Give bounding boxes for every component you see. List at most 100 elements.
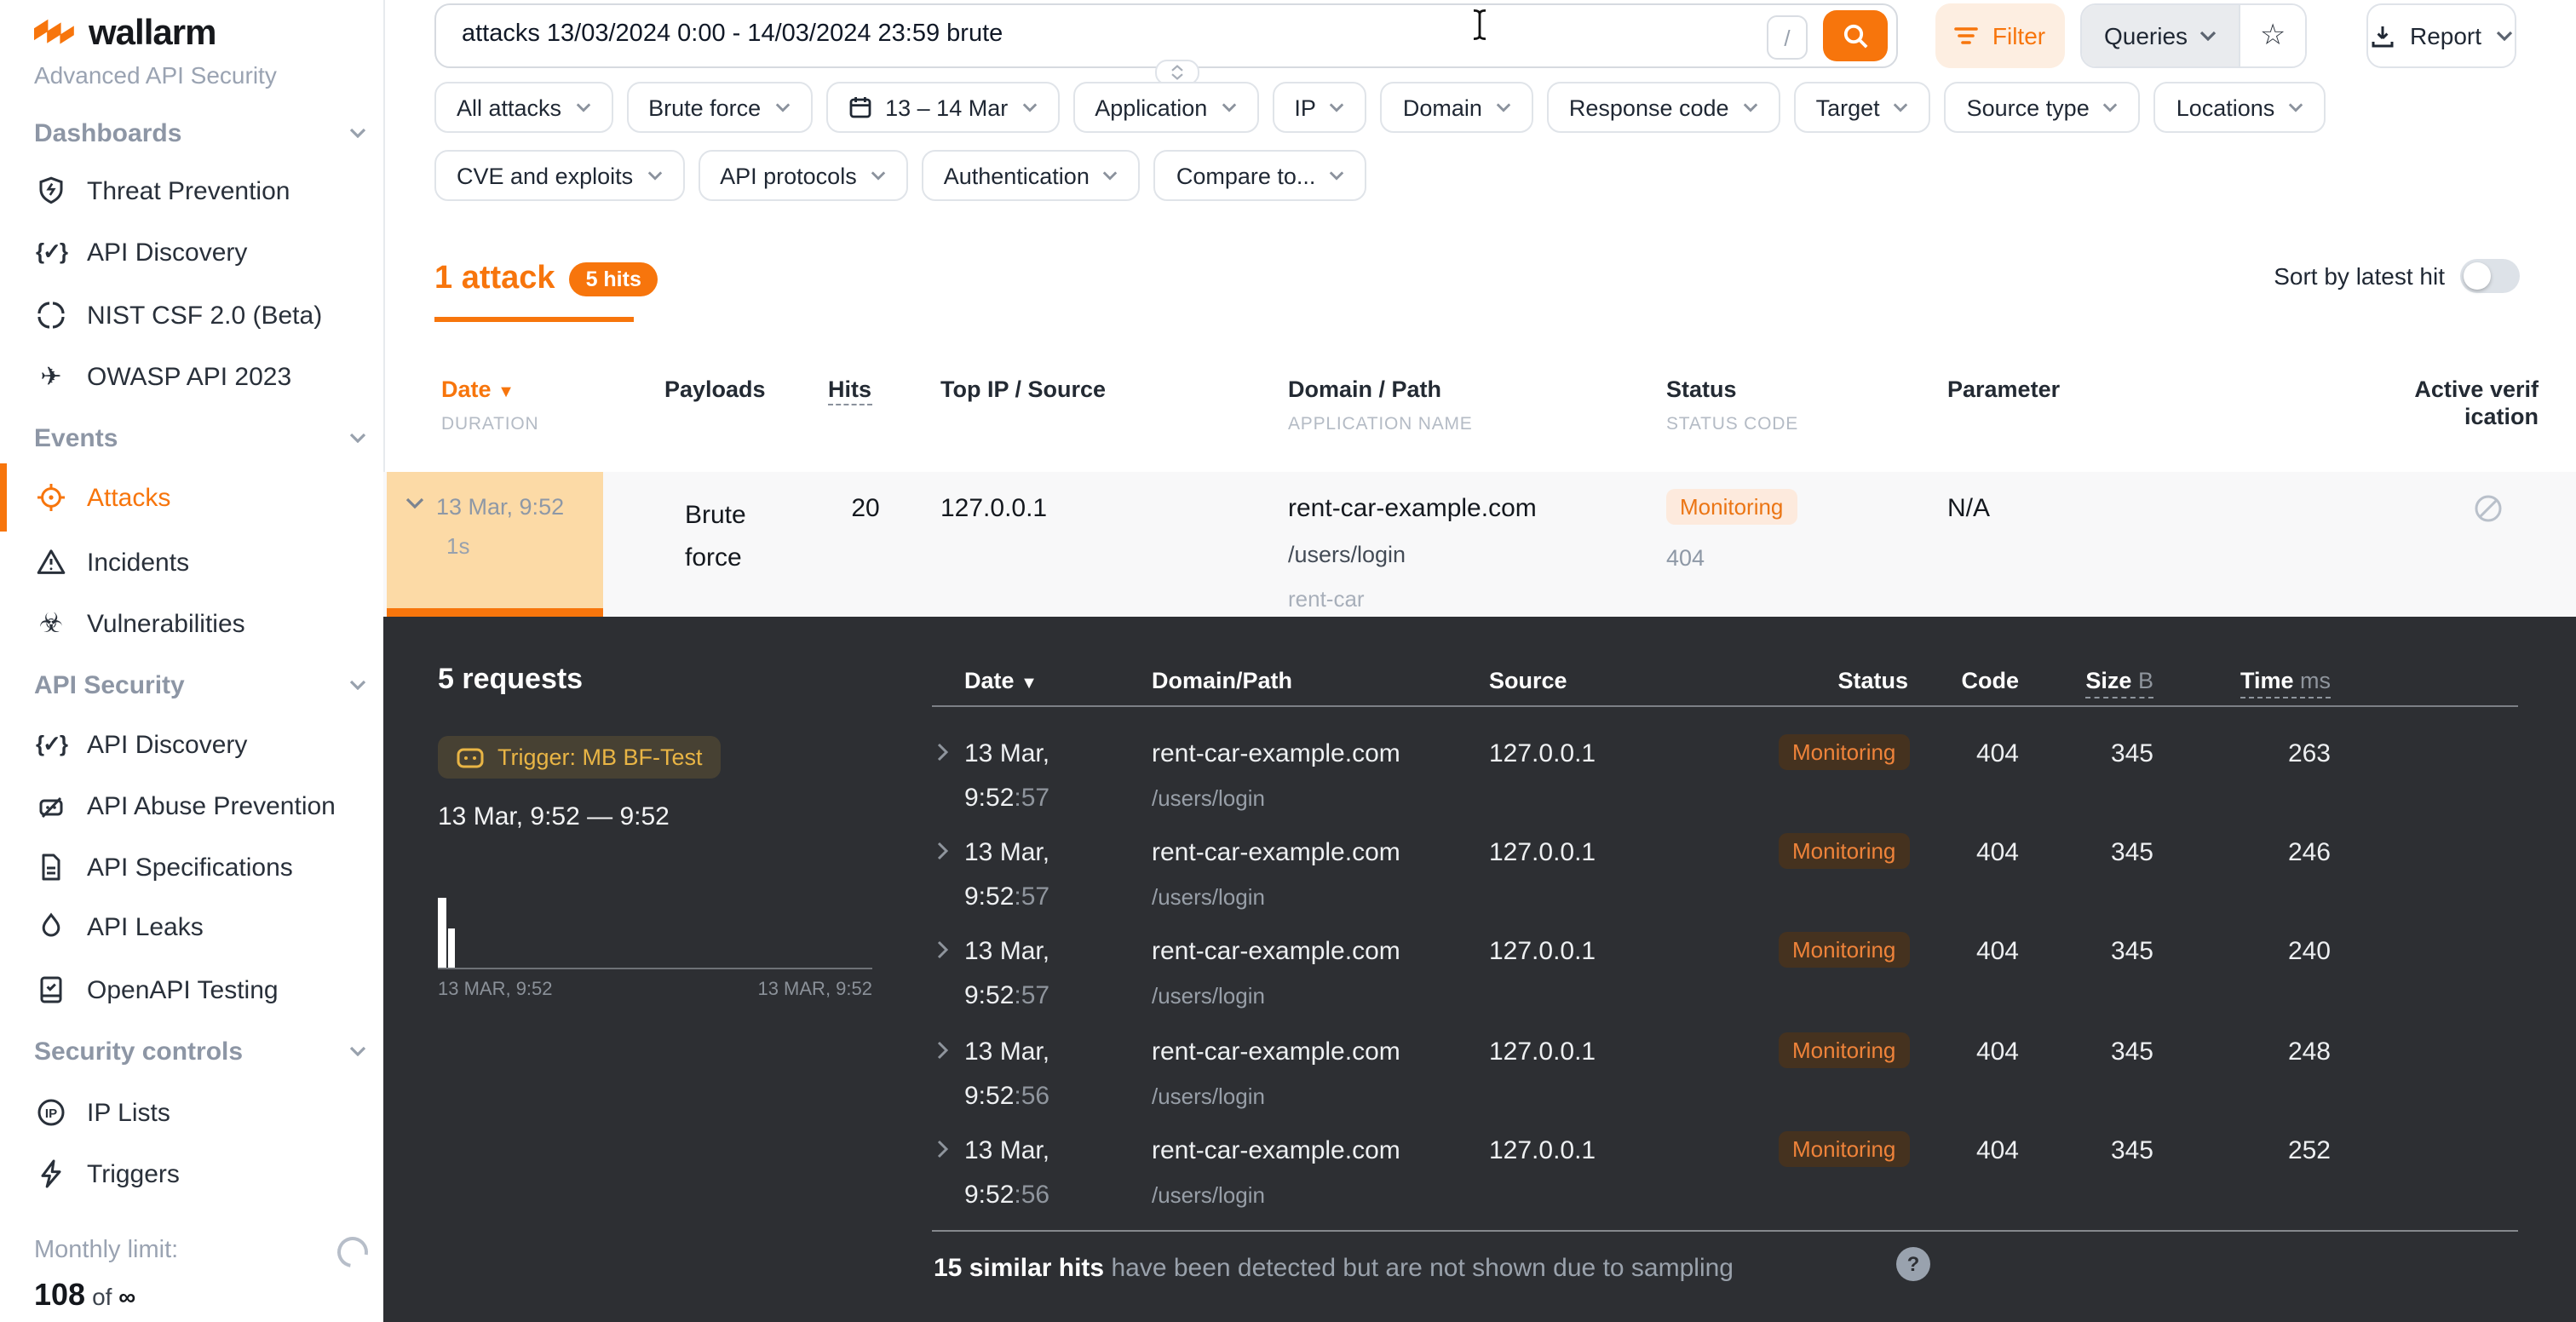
req-header-domain-path[interactable]: Domain/Path: [1152, 668, 1292, 693]
chevron-down-icon: [1496, 102, 1511, 112]
axis-label-end: 13 MAR, 9:52: [724, 980, 872, 1000]
chip-target[interactable]: Target: [1794, 82, 1931, 133]
sidebar-item-incidents[interactable]: Incidents: [34, 538, 366, 586]
sidebar-item-threat-prevention[interactable]: Threat Prevention: [34, 167, 366, 215]
sidebar-item-api-abuse-prevention[interactable]: API Abuse Prevention: [34, 782, 366, 830]
req-time: 9:52:56: [964, 1181, 1049, 1210]
req-header-status[interactable]: Status: [1772, 668, 1908, 693]
sidebar-section-security-controls[interactable]: Security controls: [34, 1027, 366, 1075]
report-button[interactable]: Report: [2366, 3, 2516, 68]
column-header-status[interactable]: Status: [1666, 376, 1737, 402]
chevron-down-icon: [1894, 102, 1909, 112]
req-header-date[interactable]: Date ▼: [964, 668, 1038, 693]
req-time: 9:52:57: [964, 784, 1049, 813]
search-value: attacks 13/03/2024 0:00 - 14/03/2024 23:…: [462, 20, 1003, 48]
sidebar-item-vulnerabilities[interactable]: ☣ Vulnerabilities: [34, 600, 366, 647]
req-header-time[interactable]: Time ms: [2194, 668, 2331, 693]
chip-brute-force[interactable]: Brute force: [626, 82, 812, 133]
expand-chevron-icon[interactable]: [937, 940, 949, 959]
trigger-badge[interactable]: Trigger: MB BF-Test: [438, 736, 722, 779]
collapse-chevron-icon[interactable]: [405, 497, 424, 509]
chip-application[interactable]: Application: [1072, 82, 1258, 133]
expand-chevron-icon[interactable]: [937, 1041, 949, 1060]
chip-api-protocols[interactable]: API protocols: [698, 150, 908, 201]
sort-by-latest-hit: Sort by latest hit: [2274, 259, 2520, 293]
req-time: 9:52:57: [964, 882, 1049, 911]
req-size: 345: [2017, 937, 2153, 966]
chip-source-type[interactable]: Source type: [1945, 82, 2141, 133]
sampling-divider: [932, 1230, 2518, 1232]
req-time-ms: 248: [2194, 1037, 2331, 1066]
sidebar-section-events[interactable]: Events: [34, 414, 366, 462]
column-header-active-verification[interactable]: Active verification: [2412, 376, 2539, 431]
column-header-top-ip-source[interactable]: Top IP / Source: [940, 376, 1106, 402]
req-date: 13 Mar,: [964, 739, 1049, 768]
attack-progress-bar: [387, 608, 603, 617]
infinity-symbol: ∞: [118, 1283, 135, 1310]
sidebar-item-api-specifications[interactable]: API Specifications: [34, 843, 366, 891]
target-icon: [34, 482, 68, 513]
chevron-down-icon: [349, 1046, 366, 1056]
attack-count-tab[interactable]: 1 attack 5 hits: [434, 261, 658, 298]
column-subheader-application-name: APPLICATION NAME: [1288, 414, 1473, 434]
brand-name: wallarm: [89, 14, 216, 55]
biohazard-icon: ☣: [34, 606, 68, 641]
sort-toggle[interactable]: [2460, 259, 2520, 293]
queries-button[interactable]: Queries: [2082, 5, 2239, 66]
sidebar-item-api-discovery-2[interactable]: {✓} API Discovery: [34, 721, 366, 768]
chip-compare-to[interactable]: Compare to...: [1154, 150, 1367, 201]
sidebar-section-dashboards[interactable]: Dashboards: [34, 109, 366, 157]
req-source: 127.0.0.1: [1489, 739, 1596, 768]
active-verification-disabled-icon[interactable]: [2474, 494, 2503, 523]
sidebar-item-attacks[interactable]: Attacks: [34, 474, 366, 521]
column-header-hits[interactable]: Hits: [828, 376, 871, 402]
chip-authentication[interactable]: Authentication: [922, 150, 1141, 201]
req-domain: rent-car-example.com: [1152, 838, 1400, 867]
sidebar-section-api-security[interactable]: API Security: [34, 661, 366, 709]
document-icon: [34, 852, 68, 882]
column-header-domain-path[interactable]: Domain / Path: [1288, 376, 1441, 402]
chip-ip[interactable]: IP: [1272, 82, 1367, 133]
help-icon[interactable]: ?: [1896, 1247, 1930, 1281]
chip-date-range[interactable]: 13 – 14 Mar: [825, 82, 1059, 133]
sidebar-item-openapi-testing[interactable]: OpenAPI Testing: [34, 966, 366, 1014]
req-header-source[interactable]: Source: [1489, 668, 1567, 693]
column-header-parameter[interactable]: Parameter: [1947, 376, 2060, 402]
attack-duration: 1s: [446, 533, 469, 559]
calendar-icon: [848, 95, 871, 119]
sidebar-item-ip-lists[interactable]: IP IP Lists: [34, 1089, 366, 1136]
chevron-down-icon: [1103, 170, 1118, 181]
attack-path: /users/login: [1288, 542, 1406, 567]
sidebar-item-nist-csf[interactable]: NIST CSF 2.0 (Beta): [34, 291, 366, 339]
req-header-code[interactable]: Code: [1917, 668, 2019, 693]
expand-chevron-icon[interactable]: [937, 842, 949, 860]
req-time-ms: 240: [2194, 937, 2331, 966]
chip-domain[interactable]: Domain: [1381, 82, 1533, 133]
filter-button[interactable]: Filter: [1935, 3, 2065, 68]
expand-chevron-icon[interactable]: [937, 743, 949, 762]
chip-locations[interactable]: Locations: [2154, 82, 2326, 133]
chevron-down-icon: [1743, 102, 1758, 112]
chip-response-code[interactable]: Response code: [1547, 82, 1780, 133]
chip-all-attacks[interactable]: All attacks: [434, 82, 612, 133]
column-subheader-status-code: STATUS CODE: [1666, 414, 1798, 434]
active-tab-underline: [434, 317, 634, 322]
sidebar-item-triggers[interactable]: Triggers: [34, 1150, 366, 1198]
req-header-size[interactable]: Size B: [2017, 668, 2153, 693]
expand-chevron-icon[interactable]: [937, 1140, 949, 1158]
sidebar-item-api-discovery[interactable]: {✓} API Discovery: [34, 228, 366, 276]
chip-cve-exploits[interactable]: CVE and exploits: [434, 150, 684, 201]
chevron-down-icon: [2199, 31, 2217, 41]
loading-spinner-icon: [331, 1231, 374, 1273]
sidebar-item-api-leaks[interactable]: API Leaks: [34, 903, 366, 951]
req-domain: rent-car-example.com: [1152, 1037, 1400, 1066]
favorite-star-button[interactable]: ☆: [2239, 5, 2305, 66]
req-date: 13 Mar,: [964, 1037, 1049, 1066]
search-input[interactable]: attacks 13/03/2024 0:00 - 14/03/2024 23:…: [434, 3, 1898, 68]
brand[interactable]: wallarm: [34, 14, 216, 55]
sidebar-item-owasp-api[interactable]: ✈ OWASP API 2023: [34, 353, 366, 400]
column-header-date[interactable]: Date ▼: [441, 376, 515, 402]
column-header-payloads[interactable]: Payloads: [664, 376, 766, 402]
req-path: /users/login: [1152, 983, 1265, 1009]
search-button[interactable]: [1823, 10, 1888, 61]
